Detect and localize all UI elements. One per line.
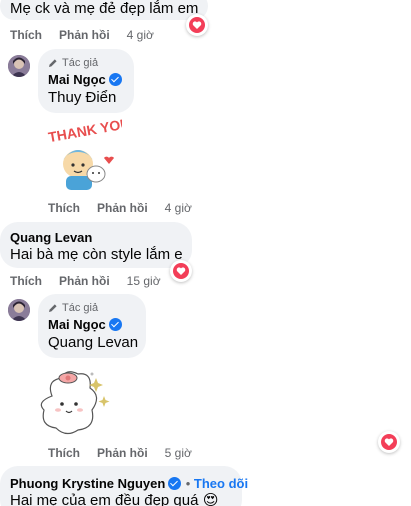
timestamp[interactable]: 4 giờ	[127, 28, 154, 42]
thank-you-sticker: THANK YOU!	[44, 114, 136, 196]
reaction-badge[interactable]	[170, 260, 192, 282]
separator-dot: •	[185, 476, 194, 491]
like-button[interactable]: Thích	[10, 274, 42, 288]
verified-badge-icon	[168, 477, 182, 490]
reply-button[interactable]: Phản hồi	[59, 274, 110, 288]
reaction-badge[interactable]	[378, 431, 400, 453]
author-badge: Tác giả	[48, 302, 98, 314]
avatar[interactable]	[8, 299, 30, 321]
comment-bubble: Tác giả Mai Ngọc Thuy Điển	[38, 49, 134, 113]
reply-button[interactable]: Phản hồi	[97, 201, 148, 215]
author-row: Mai Ngọc	[48, 71, 122, 89]
comment-actions: Thích Phản hồi 5 giờ	[48, 446, 192, 460]
comment-text: Hai bà mẹ còn style lắm e	[10, 246, 183, 263]
reaction-badge[interactable]	[186, 14, 208, 36]
cute-bear-sticker	[32, 366, 116, 442]
comment-actions: Thích Phản hồi 15 giờ	[10, 274, 161, 288]
mention-link[interactable]: Quang Levan	[48, 334, 138, 351]
comment-bubble: Phuong Krystine Nguyen • Theo dõi Hai mẹ…	[0, 466, 248, 506]
author-name[interactable]: Mai Ngọc	[48, 72, 106, 87]
reply-button[interactable]: Phản hồi	[59, 28, 110, 42]
author-name[interactable]: Quang Levan	[10, 230, 92, 245]
comment-text: Hai mẹ của em đều đẹp quá	[10, 492, 199, 506]
follow-button[interactable]: Theo dõi	[194, 476, 248, 491]
comment-bubble: Tác giả Mai Ngọc Quang Levan	[38, 294, 146, 358]
reply-button[interactable]: Phản hồi	[97, 446, 148, 460]
like-button[interactable]: Thích	[48, 446, 80, 460]
pencil-icon	[49, 304, 57, 312]
comment-actions: Thích Phản hồi 4 giờ	[48, 201, 192, 215]
mention-link[interactable]: Thuy Điển	[48, 89, 116, 106]
author-badge: Tác giả	[48, 57, 98, 69]
heart-icon	[189, 17, 205, 33]
avatar[interactable]	[8, 55, 30, 77]
author-row: Mai Ngọc	[48, 316, 122, 334]
heart-icon	[381, 434, 397, 450]
author-badge-label: Tác giả	[62, 302, 99, 314]
comment-text-row: Hai mẹ của em đều đẹp quá 😍	[10, 491, 219, 506]
verified-badge-icon	[108, 318, 122, 331]
pencil-icon	[49, 59, 57, 67]
heart-icon	[173, 263, 189, 279]
sticker-text: THANK YOU!	[47, 118, 122, 145]
timestamp[interactable]: 5 giờ	[165, 446, 192, 460]
comment-bubble: Quang Levan Hai bà mẹ còn style lắm e	[0, 222, 192, 268]
like-button[interactable]: Thích	[10, 28, 42, 42]
comment-actions: Thích Phản hồi 4 giờ	[10, 28, 154, 42]
comment-bubble: Mẹ ck và mẹ đẻ đẹp lắm em	[0, 0, 208, 20]
heart-eyes-emoji-icon: 😍	[202, 492, 219, 506]
author-name[interactable]: Mai Ngọc	[48, 317, 106, 332]
comment-text: Mẹ ck và mẹ đẻ đẹp lắm em	[10, 0, 199, 17]
author-name[interactable]: Phuong Krystine Nguyen	[10, 476, 165, 491]
verified-badge-icon	[108, 73, 122, 86]
timestamp[interactable]: 4 giờ	[165, 201, 192, 215]
author-badge-label: Tác giả	[62, 57, 99, 69]
timestamp[interactable]: 15 giờ	[127, 274, 161, 288]
like-button[interactable]: Thích	[48, 201, 80, 215]
